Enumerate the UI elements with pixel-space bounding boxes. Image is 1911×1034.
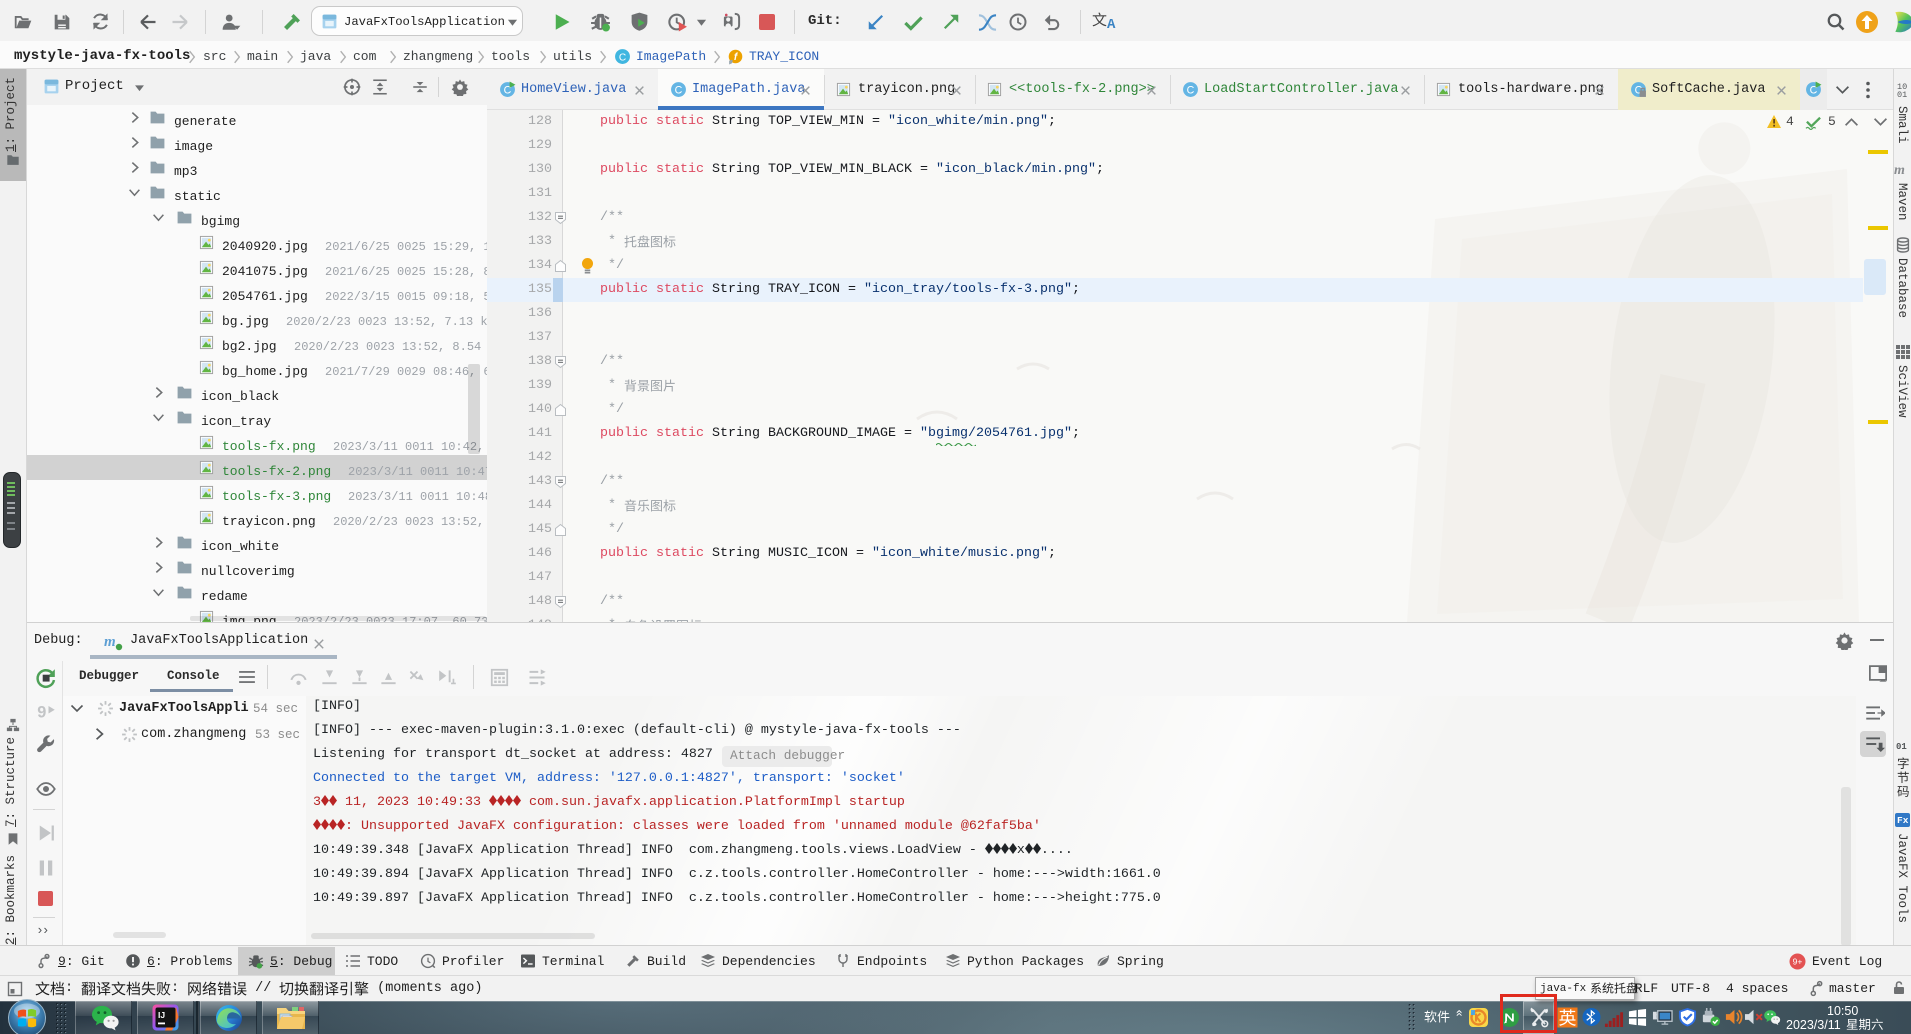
svg-text:C: C <box>1187 85 1195 97</box>
svg-text:9: 9 <box>37 703 46 721</box>
svg-text:C: C <box>675 85 683 97</box>
svg-text:m: m <box>104 634 116 650</box>
svg-text:C: C <box>619 52 626 63</box>
svg-text:9+: 9+ <box>1793 957 1803 967</box>
svg-text:IJ: IJ <box>158 1010 165 1020</box>
